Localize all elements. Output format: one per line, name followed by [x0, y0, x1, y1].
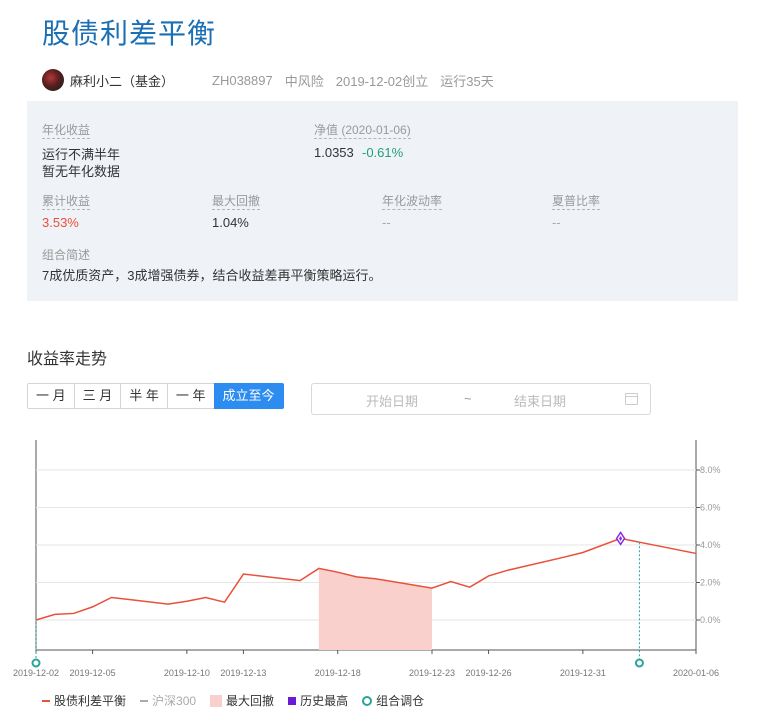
nav-label[interactable]: 净值 (2020-01-06) — [314, 123, 411, 139]
nav-change: -0.61% — [362, 145, 404, 160]
portfolio-code: ZH038897 — [212, 72, 273, 88]
annual-return-line2: 暂无年化数据 — [42, 164, 121, 179]
legend-high-label: 历史最高 — [300, 694, 349, 708]
description-text: 7成优质资产，3成增强债券，结合收益差再平衡策略运行。 — [42, 268, 382, 283]
tab-one-year[interactable]: 一 年 — [166, 383, 214, 409]
legend-index-line-icon — [140, 699, 149, 702]
x-tick-label: 2019-12-02 — [13, 668, 59, 678]
tab-since-inception[interactable]: 成立至今 — [213, 383, 284, 409]
volatility-value: -- — [382, 215, 391, 230]
legend-index-label: 沪深300 — [152, 694, 197, 708]
x-tick-label: 2019-12-26 — [466, 668, 512, 678]
chart-legend: 股债利差平衡 沪深300 最大回撤 历史最高 组合调仓 — [42, 692, 438, 709]
legend-high[interactable]: 历史最高 — [288, 692, 348, 709]
y-tick-label: 0.0% — [700, 615, 721, 625]
cumulative-return-label[interactable]: 累计收益 — [42, 194, 91, 210]
legend-rebalance-circle-icon — [362, 695, 373, 706]
volatility-label[interactable]: 年化波动率 — [382, 194, 443, 210]
risk-level: 中风险 — [284, 73, 324, 89]
legend-drawdown-label: 最大回撤 — [226, 694, 275, 708]
end-date-input[interactable]: 结束日期 — [514, 391, 566, 410]
description-label: 组合简述 — [42, 248, 91, 262]
period-tabs: 一 月 三 月 半 年 一 年 成立至今 — [27, 383, 284, 409]
legend-portfolio[interactable]: 股债利差平衡 — [42, 692, 126, 709]
tab-half-year[interactable]: 半 年 — [120, 383, 167, 409]
legend-high-square-icon — [288, 696, 297, 705]
sharpe-value: -- — [552, 215, 561, 230]
sharpe-label[interactable]: 夏普比率 — [552, 194, 601, 210]
max-drawdown-label[interactable]: 最大回撤 — [212, 194, 261, 210]
created-date: 2019-12-02创立 — [335, 73, 429, 89]
date-range-picker[interactable]: 开始日期 ~ 结束日期 — [311, 383, 651, 415]
range-separator: ~ — [464, 391, 472, 406]
rebalance-marker — [634, 658, 644, 668]
portfolio-title: 股债利差平衡 — [42, 18, 217, 49]
legend-rebalance-label: 组合调仓 — [376, 694, 425, 708]
calendar-icon[interactable] — [625, 393, 638, 405]
x-tick-label: 2019-12-23 — [409, 668, 455, 678]
y-tick-label: 8.0% — [700, 465, 721, 475]
x-tick-label: 2019-12-13 — [220, 668, 266, 678]
legend-drawdown[interactable]: 最大回撤 — [210, 692, 274, 709]
y-tick-label: 4.0% — [700, 540, 721, 550]
annual-return-line1: 运行不满半年 — [42, 147, 121, 162]
owner-name[interactable]: 麻利小二（基金） — [70, 71, 174, 90]
tab-one-month[interactable]: 一 月 — [27, 383, 74, 409]
section-title: 收益率走势 — [27, 351, 108, 368]
portfolio-meta: 麻利小二（基金） ZH038897 中风险 2019-12-02创立 运行35天 — [42, 68, 506, 92]
x-tick-label: 2019-12-10 — [164, 668, 210, 678]
annual-return-label[interactable]: 年化收益 — [42, 123, 91, 139]
nav-value: 1.0353 — [314, 145, 354, 160]
legend-rebalance[interactable]: 组合调仓 — [362, 692, 424, 709]
legend-drawdown-box-icon — [210, 694, 223, 707]
avatar[interactable] — [42, 69, 64, 91]
cumulative-return-value: 3.53% — [42, 215, 79, 230]
x-tick-label: 2019-12-05 — [70, 668, 116, 678]
rebalance-marker — [31, 658, 41, 668]
legend-portfolio-label: 股债利差平衡 — [54, 694, 127, 708]
start-date-input[interactable]: 开始日期 — [366, 391, 418, 410]
running-days: 运行35天 — [440, 73, 494, 89]
legend-index[interactable]: 沪深300 — [140, 692, 196, 709]
x-tick-label: 2020-01-06 — [673, 668, 719, 678]
legend-portfolio-line-icon — [42, 699, 50, 702]
y-tick-label: 2.0% — [700, 578, 721, 588]
x-tick-label: 2019-12-31 — [560, 668, 606, 678]
y-tick-label: 6.0% — [700, 503, 721, 513]
return-chart: 8.0% 6.0% 4.0% 2.0% 0.0% 2019-12-02 2019-12-05… — [13, 440, 721, 678]
max-drawdown-value: 1.04% — [212, 215, 249, 230]
stats-panel: 年化收益 运行不满半年 暂无年化数据 净值 (2020-01-06) 1.035… — [27, 101, 738, 301]
tab-three-months[interactable]: 三 月 — [73, 383, 121, 409]
x-tick-label: 2019-12-18 — [315, 668, 361, 678]
drawdown-area — [318, 568, 432, 650]
